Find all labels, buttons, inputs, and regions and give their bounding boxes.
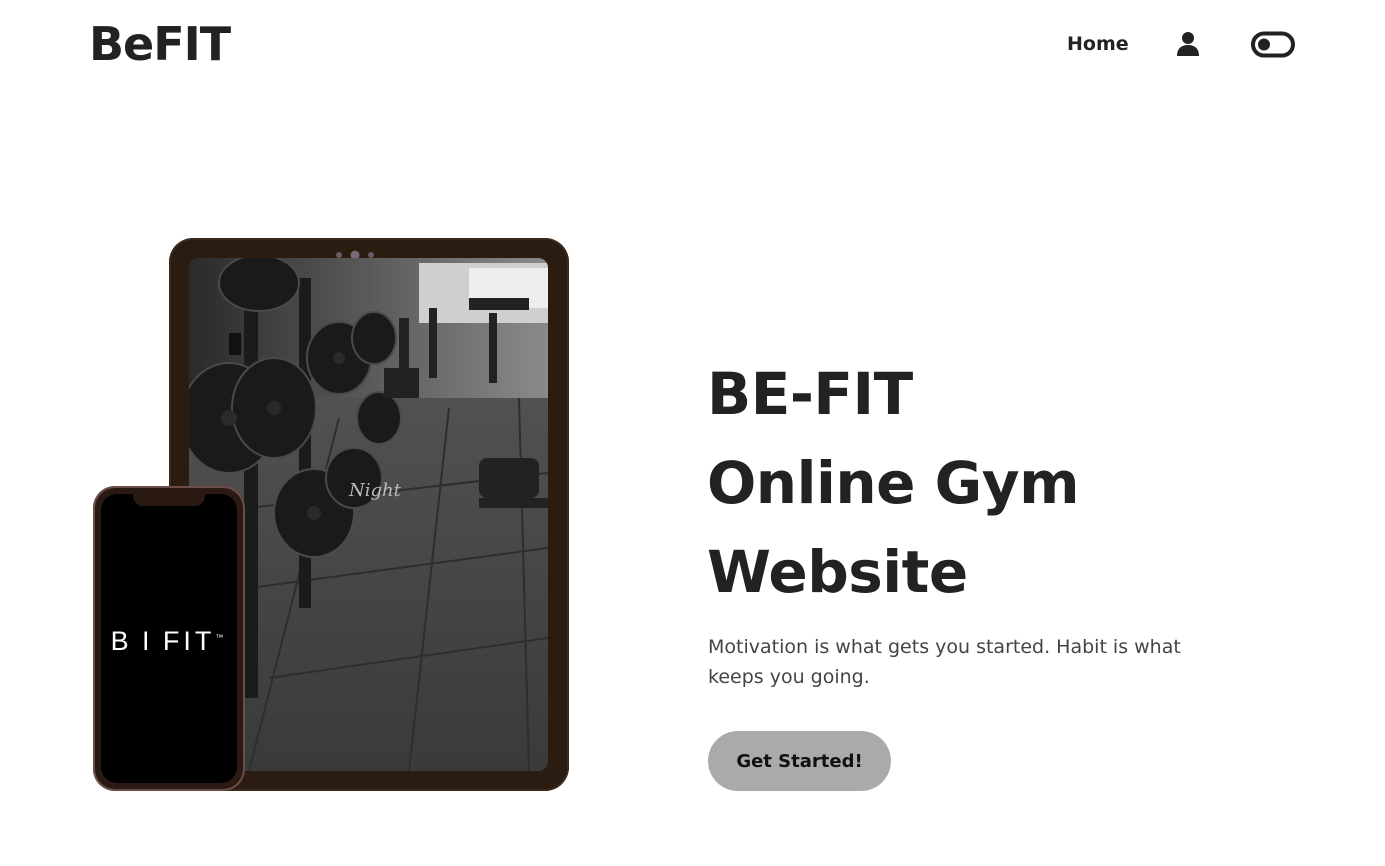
get-started-button[interactable]: Get Started! bbox=[708, 731, 891, 791]
site-logo[interactable]: BeFIT bbox=[89, 16, 231, 72]
phone-mockup: B I FIT™ bbox=[93, 486, 245, 791]
devices-illustration: Night B I FIT™ bbox=[88, 234, 578, 794]
nav-home-link[interactable]: Home bbox=[1067, 32, 1129, 56]
phone-brand-logo: B I FIT™ bbox=[101, 626, 237, 657]
phone-screen: B I FIT™ bbox=[101, 494, 237, 783]
hero-title-line-3: Website bbox=[707, 538, 968, 606]
phone-brand-tm: ™ bbox=[215, 633, 228, 642]
user-icon[interactable] bbox=[1176, 31, 1200, 57]
tablet-overlay-text: Night bbox=[348, 480, 402, 501]
hero-title-line-2: Online Gym bbox=[707, 449, 1080, 517]
hero-title: BE-FIT Online Gym Website bbox=[707, 350, 1080, 617]
phone-notch bbox=[133, 494, 205, 506]
tablet-camera bbox=[333, 245, 377, 260]
phone-brand-text: B I FIT bbox=[110, 626, 216, 656]
page: BeFIT Home Night B I FIT™ BE-FIT Online … bbox=[0, 0, 1385, 866]
hero-tagline: Motivation is what gets you started. Hab… bbox=[708, 636, 1181, 688]
theme-toggle-icon[interactable] bbox=[1251, 31, 1295, 58]
hero-title-line-1: BE-FIT bbox=[707, 360, 913, 428]
